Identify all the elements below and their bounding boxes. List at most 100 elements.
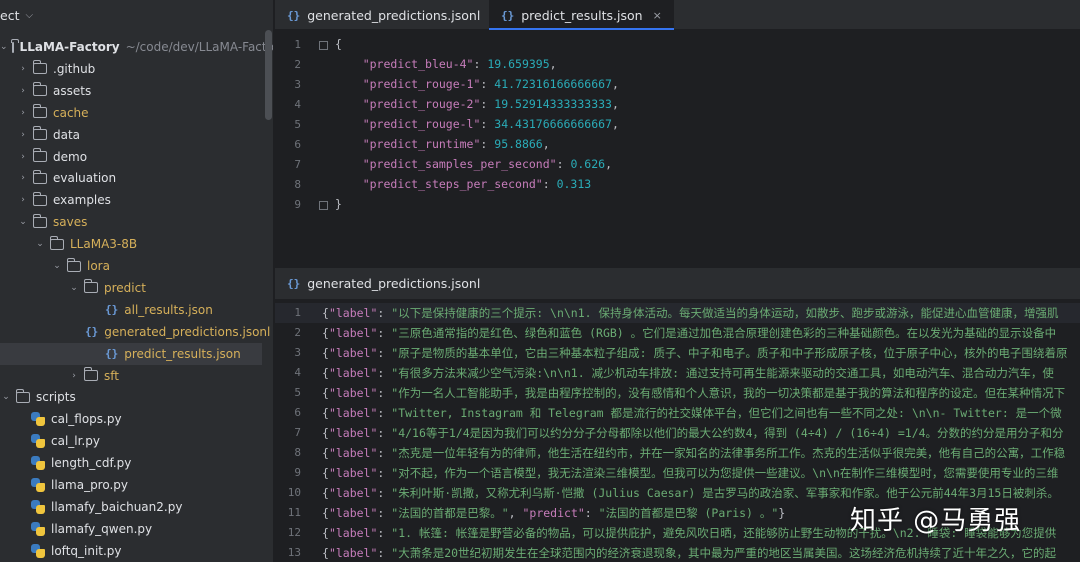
chevron-right-icon[interactable]: › — [17, 86, 29, 96]
tab-predict-results-json[interactable]: {} predict_results.json × — [489, 0, 674, 30]
close-icon[interactable]: × — [653, 9, 662, 22]
chevron-right-icon[interactable]: › — [17, 130, 29, 140]
tree-item-assets[interactable]: › assets — [0, 80, 262, 102]
code-token: { — [322, 426, 329, 440]
tab-generated-predictions-bottom[interactable]: {} generated_predictions.jsonl — [275, 268, 492, 299]
chevron-down-icon[interactable]: ⌄ — [51, 261, 63, 271]
code-token: : — [377, 526, 392, 540]
chevron-down-icon[interactable]: ⌄ — [68, 283, 80, 293]
tree-item-evaluation[interactable]: › evaluation — [0, 167, 262, 189]
chevron-right-icon[interactable]: › — [17, 64, 29, 74]
line-number: 8 — [294, 178, 301, 191]
code-line[interactable]: {"label": "杰克是一位年轻有为的律师，他生活在纽约市，并在一家知名的法… — [322, 445, 1065, 461]
code-line[interactable]: {"label": "朱利叶斯·凯撒，又称尤利乌斯·恺撒 (Julius Cae… — [322, 485, 1059, 501]
code-line[interactable]: {"label": "法国的首都是巴黎。", "predict": "法国的首都… — [322, 505, 785, 521]
chevron-down-icon[interactable]: ⌄ — [17, 217, 29, 227]
code-line[interactable]: } — [335, 197, 342, 211]
line-number: 5 — [294, 118, 301, 131]
code-line[interactable]: {"label": "原子是物质的基本单位，它由三种基本粒子组成: 质子、中子和… — [322, 345, 1068, 361]
code-line[interactable]: "predict_rouge-1": 41.72316166666667, — [335, 77, 619, 91]
tree-item-all-results-json[interactable]: {} all_results.json — [0, 299, 262, 321]
project-panel-header[interactable]: ect ⌵ — [0, 0, 273, 30]
python-file-icon — [31, 456, 45, 471]
chevron-right-icon[interactable]: › — [17, 152, 29, 162]
code-line[interactable]: {"label": "三原色通常指的是红色、绿色和蓝色 (RGB) 。它们是通过… — [322, 325, 1056, 341]
tree-item-cal-lr-py[interactable]: cal_lr.py — [0, 430, 262, 452]
line-number: 12 — [287, 526, 301, 539]
code-line[interactable]: {"label": "有很多方法来减少空气污染:\n\n1. 减少机动车排放: … — [322, 365, 1054, 381]
code-line[interactable]: {"label": "作为一名人工智能助手，我是由程序控制的，没有感情和个人意识… — [322, 385, 1065, 401]
line-number: 13 — [287, 546, 301, 559]
line-number: 1 — [294, 306, 301, 319]
code-line[interactable]: {"label": "以下是保持健康的三个提示: \n\n1. 保持身体活动。每… — [322, 305, 1059, 321]
python-file-icon — [31, 499, 45, 514]
tree-item-llama-factory[interactable]: ⌄ LLaMA-Factory ~/code/dev/LLaMA-Factory — [0, 36, 273, 58]
fold-open-icon[interactable] — [319, 41, 328, 50]
predict-results-editor[interactable]: 1 2 3 4 5 6 7 8 9{ "predict_bleu-4": 19.659395, … — [275, 31, 1080, 267]
project-panel-title: ect — [0, 7, 20, 23]
tree-item-github[interactable]: › .github — [0, 58, 262, 80]
code-line[interactable]: "predict_steps_per_second": 0.313 — [335, 177, 592, 191]
code-line[interactable]: {"label": "大萧条是20世纪初期发生在全球范围内的经济衰退现象，其中最… — [322, 545, 1056, 561]
tab-generated-predictions-jsonl[interactable]: {} generated_predictions.jsonl — [275, 0, 489, 30]
code-line[interactable]: { — [335, 37, 342, 51]
code-line[interactable]: {"label": "对不起，作为一个语言模型，我无法渲染三维模型。但我可以为您… — [322, 465, 1058, 481]
code-token: : — [377, 406, 392, 420]
chevron-right-icon[interactable]: › — [17, 173, 29, 183]
code-token: : — [377, 486, 392, 500]
json-file-icon: {} — [287, 277, 301, 290]
tree-item-llamafy-baichuan2-py[interactable]: llamafy_baichuan2.py — [0, 496, 262, 518]
tree-item-examples[interactable]: › examples — [0, 189, 262, 211]
chevron-down-icon[interactable]: ⌄ — [0, 392, 12, 402]
folder-icon — [83, 367, 98, 381]
tree-item-llama3-8b[interactable]: ⌄ LLaMA3-8B — [0, 233, 262, 255]
code-token: : — [542, 177, 557, 191]
json-file-icon: {} — [501, 8, 515, 22]
tree-item-cache[interactable]: › cache — [0, 102, 262, 124]
tree-item-llamafy-qwen-py[interactable]: llamafy_qwen.py — [0, 518, 262, 540]
code-line[interactable]: "predict_rouge-l": 34.43176666666667, — [335, 117, 619, 131]
tree-item-predict-results-json[interactable]: {} predict_results.json — [0, 342, 262, 365]
fold-close-icon[interactable] — [319, 201, 328, 210]
chevron-down-icon[interactable]: ⌄ — [34, 239, 46, 249]
tree-item-lora[interactable]: ⌄ lora — [0, 255, 262, 277]
tree-item-saves[interactable]: ⌄ saves — [0, 211, 262, 233]
tree-item-label: saves — [53, 215, 88, 230]
code-token: : — [377, 446, 392, 460]
code-line[interactable]: "predict_rouge-2": 19.52914333333333, — [335, 97, 619, 111]
code-token: : — [377, 466, 392, 480]
chevron-down-icon[interactable]: ⌵ — [25, 10, 33, 21]
code-token: 34.43176666666667 — [494, 117, 612, 131]
line-number: 5 — [294, 386, 301, 399]
tree-item-cal-flops-py[interactable]: cal_flops.py — [0, 408, 262, 430]
code-token: "label" — [328, 486, 378, 500]
line-number: 1 — [294, 38, 301, 51]
tree-item-length-cdf-py[interactable]: length_cdf.py — [0, 452, 262, 474]
sidebar-scrollbar[interactable] — [265, 30, 272, 120]
code-token: "大萧条是20世纪初期发生在全球范围内的经济衰退现象，其中最为严重的地区当属美国… — [391, 546, 1057, 560]
tree-item-sft[interactable]: › sft — [0, 365, 262, 387]
code-line[interactable]: "predict_runtime": 95.8866, — [335, 137, 550, 151]
code-line[interactable]: "predict_samples_per_second": 0.626, — [335, 157, 612, 171]
watermark: 知乎 @马勇强 — [850, 506, 1022, 536]
chevron-right-icon[interactable]: › — [68, 371, 80, 381]
code-token: { — [322, 366, 329, 380]
tree-item-label: cal_flops.py — [51, 412, 122, 427]
code-token: "predict_rouge-2" — [362, 97, 481, 111]
tree-item-loftq-init-py[interactable]: loftq_init.py — [0, 540, 262, 562]
code-token: "label" — [328, 466, 378, 480]
code-line[interactable]: {"label": "4/16等于1/4是因为我们可以约分分子分母都除以他们的最… — [322, 425, 1064, 441]
tree-item-llama-pro-py[interactable]: llama_pro.py — [0, 474, 262, 496]
tree-item-predict[interactable]: ⌄ predict — [0, 277, 262, 299]
chevron-down-icon[interactable]: ⌄ — [0, 42, 8, 52]
code-line[interactable]: {"label": "Twitter, Instagram 和 Telegram… — [322, 405, 1062, 421]
code-line[interactable]: "predict_bleu-4": 19.659395, — [335, 57, 557, 71]
tree-item-generated-predictions-jsonl[interactable]: {} generated_predictions.jsonl — [0, 321, 270, 343]
chevron-right-icon[interactable]: › — [17, 195, 29, 205]
tree-item-demo[interactable]: › demo — [0, 146, 262, 168]
code-token: 41.72316166666667 — [494, 77, 612, 91]
chevron-right-icon[interactable]: › — [17, 108, 29, 118]
tree-item-data[interactable]: › data — [0, 124, 262, 146]
tree-item-scripts[interactable]: ⌄ scripts — [0, 386, 262, 408]
